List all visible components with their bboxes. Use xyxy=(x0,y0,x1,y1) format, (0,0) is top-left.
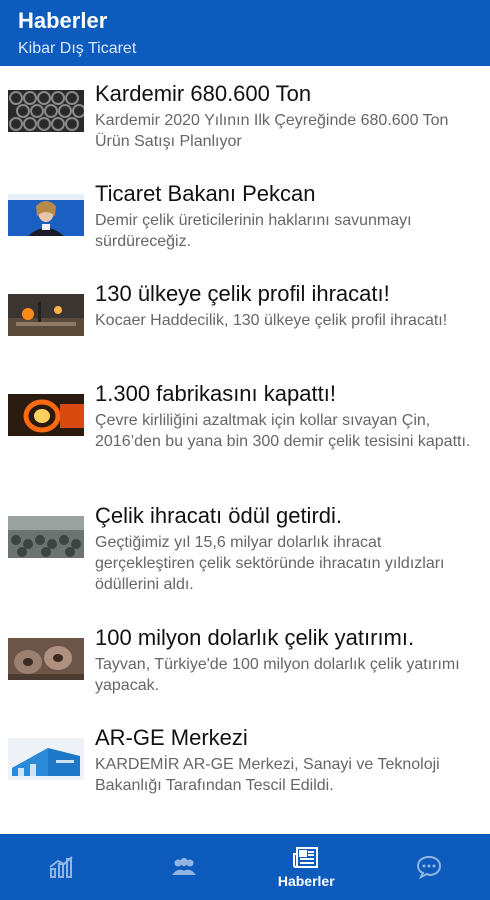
news-title: 1.300 fabrikasını kapattı! xyxy=(95,381,336,406)
news-title: Ticaret Bakanı Pekcan xyxy=(95,181,316,206)
app-header: Haberler Kibar Dış Ticaret xyxy=(0,0,490,66)
chart-icon xyxy=(49,856,73,878)
newspaper-icon xyxy=(293,846,319,868)
news-list: Kardemir 680.600 Ton Kardemir 2020 Yılın… xyxy=(0,66,490,834)
nav-label-news: Haberler xyxy=(277,872,335,889)
news-summary: KARDEMİR AR-GE Merkezi, Sanayi ve Teknol… xyxy=(95,756,440,794)
news-summary: Çevre kirliliğini azaltmak için kollar s… xyxy=(95,412,471,450)
news-thumbnail xyxy=(8,738,84,780)
nav-item-news[interactable]: Haberler xyxy=(245,834,368,900)
page-title: Haberler xyxy=(18,8,108,33)
news-summary: Kardemir 2020 Yılının Ilk Çeyreğinde 680… xyxy=(95,112,449,150)
news-summary: Kocaer Haddecilik, 130 ülkeye çelik prof… xyxy=(95,312,448,329)
news-thumbnail xyxy=(8,90,84,132)
news-title: 100 milyon dolarlık çelik yatırımı. xyxy=(95,625,415,650)
people-icon xyxy=(171,858,196,875)
news-summary: Demir çelik üreticilerinin haklarını sav… xyxy=(95,212,412,250)
news-thumbnail xyxy=(8,638,84,680)
news-title: Kardemir 680.600 Ton xyxy=(95,81,312,106)
news-thumbnail xyxy=(8,516,84,558)
news-thumbnail xyxy=(8,194,84,236)
news-thumbnail xyxy=(8,394,84,436)
news-title: 130 ülkeye çelik profil ihracatı! xyxy=(95,281,390,306)
nav-item-chat[interactable] xyxy=(368,834,490,900)
news-summary: Geçtiğimiz yıl 15,6 milyar dolarlık ihra… xyxy=(95,534,445,593)
bottom-nav: Haberler xyxy=(0,834,490,900)
news-thumbnail xyxy=(8,294,84,336)
chat-bubble-icon xyxy=(416,855,441,879)
news-title: AR-GE Merkezi xyxy=(95,725,248,750)
news-title: Çelik ihracatı ödül getirdi. xyxy=(95,503,343,528)
news-summary: Tayvan, Türkiye'de 100 milyon dolarlık ç… xyxy=(95,656,460,694)
nav-item-people[interactable] xyxy=(123,834,246,900)
page-subtitle: Kibar Dış Ticaret xyxy=(18,40,137,57)
nav-item-stats[interactable] xyxy=(0,834,123,900)
